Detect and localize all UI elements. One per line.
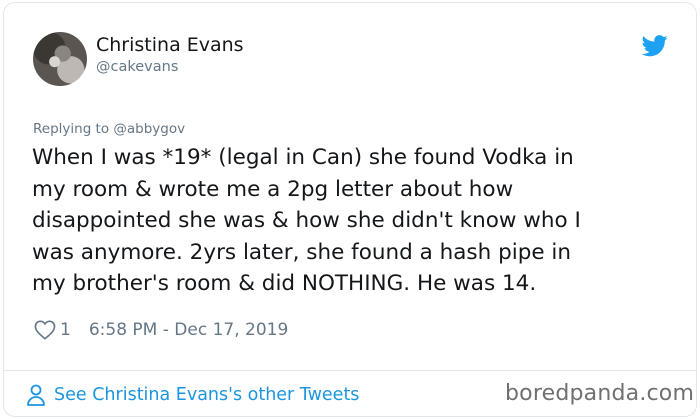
twitter-bird-icon[interactable]: [642, 35, 668, 57]
tweet-line: my room & wrote me a 2pg letter about ho…: [32, 176, 514, 202]
tweet-meta: 1 6:58 PM - Dec 17, 2019: [34, 318, 288, 342]
like-count[interactable]: 1: [60, 320, 71, 340]
tweet-line: my brother's room & did NOTHING. He was …: [32, 271, 537, 296]
divider: [4, 370, 696, 371]
watermark: boredpanda.com: [505, 381, 695, 406]
heart-icon[interactable]: [34, 320, 56, 340]
see-other-tweets-label[interactable]: See Christina Evans's other Tweets: [54, 385, 359, 405]
tweet-line: disappointed she was & how she didn't kn…: [32, 208, 581, 233]
avatar[interactable]: [33, 32, 87, 86]
author-name[interactable]: Christina Evans: [96, 34, 244, 56]
author-handle[interactable]: @cakevans: [96, 59, 178, 75]
tweet-text: When I was *19* (legal in Can) she found…: [32, 142, 662, 300]
tweet-line: was anymore. 2yrs later, she found a has…: [32, 239, 572, 265]
person-icon: [27, 384, 45, 406]
see-other-tweets-link[interactable]: See Christina Evans's other Tweets: [26, 382, 359, 408]
timestamp[interactable]: 6:58 PM - Dec 17, 2019: [89, 320, 288, 340]
tweet-line: When I was *19* (legal in Can) she found…: [32, 145, 574, 170]
replying-to-label[interactable]: Replying to @abbygov: [33, 121, 185, 137]
